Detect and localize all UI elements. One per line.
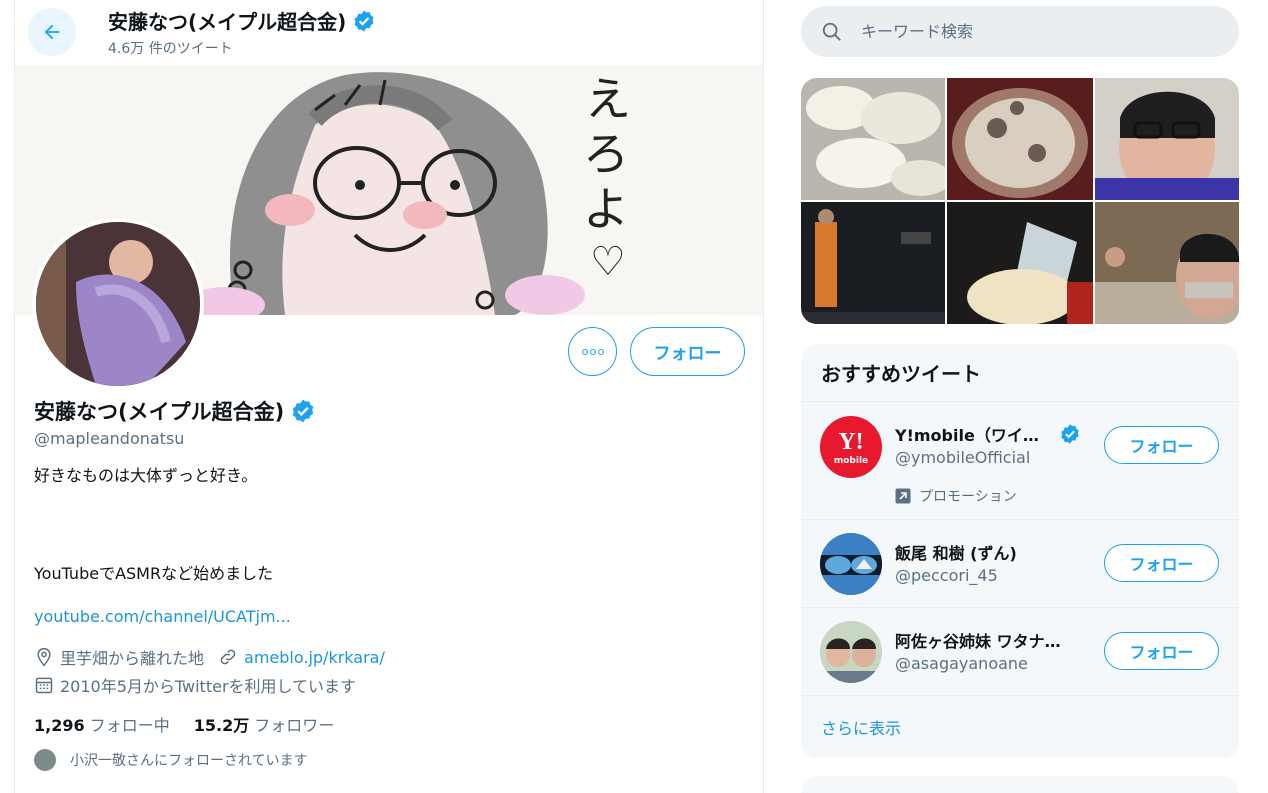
profile-column: 安藤なつ(メイプル超合金) 4.6万 件のツイート え ろ よ ♡ フォロー 安… — [14, 0, 764, 793]
profile-meta-location-website: 里芋畑から離れた地 ameblo.jp/krkara/ — [34, 645, 385, 669]
recommended-account[interactable]: 阿佐ヶ谷姉妹 ワタナ… @asagayanoane フォロー — [801, 607, 1239, 695]
follower-avatar — [34, 749, 56, 771]
account-avatar — [820, 533, 882, 595]
search-box[interactable] — [801, 6, 1239, 57]
website-link[interactable]: ameblo.jp/krkara/ — [244, 648, 385, 667]
profile-meta-joined: 2010年5月からTwitterを利用しています — [34, 673, 356, 697]
svg-text:え: え — [585, 72, 631, 126]
follow-button[interactable]: フォロー — [1104, 632, 1219, 670]
more-options-button[interactable] — [568, 327, 617, 376]
location-pin-icon — [37, 647, 51, 667]
recommended-accounts-panel: おすすめツイート Y! mobile Y!mobile（ワイ… @ymobile… — [801, 344, 1239, 758]
following-stat[interactable]: 1,296 フォロー中 — [34, 712, 170, 736]
joined-date: 2010年5月からTwitterを利用しています — [60, 677, 357, 696]
follow-button[interactable]: フォロー — [1104, 426, 1219, 464]
promoted-arrow-icon — [895, 488, 911, 504]
account-name: Y!mobile（ワイ… — [895, 422, 1081, 446]
media-thumbnail[interactable] — [1095, 78, 1239, 200]
verified-badge-icon — [354, 10, 374, 31]
account-handle: @ymobileOfficial — [895, 448, 1031, 467]
account-handle: @asagayanoane — [895, 654, 1028, 673]
panel-title: おすすめツイート — [821, 362, 981, 386]
show-more-link[interactable]: さらに表示 — [821, 715, 901, 739]
followers-stat[interactable]: 15.2万 フォロワー — [194, 712, 335, 736]
tweet-count: 4.6万 件のツイート — [108, 41, 233, 57]
svg-text:ろ: ろ — [583, 127, 629, 181]
verified-badge-icon — [1061, 424, 1079, 444]
follow-button[interactable]: フォロー — [1104, 544, 1219, 582]
bio-line: 好きなものは大体ずっと好き。 — [34, 466, 258, 485]
profile-header-bar: 安藤なつ(メイプル超合金) 4.6万 件のツイート — [15, 0, 763, 65]
media-thumbnail[interactable] — [947, 78, 1093, 200]
calendar-icon — [35, 677, 53, 694]
account-name: 飯尾 和樹 (ずん) — [895, 544, 1017, 563]
profile-avatar[interactable] — [32, 218, 204, 390]
search-icon — [822, 22, 841, 41]
bio-youtube-link[interactable]: youtube.com/channel/UCATjm... — [34, 607, 291, 626]
avatar-photo — [36, 222, 200, 386]
followed-by-row[interactable]: 小沢一敬さんにフォローされています — [34, 749, 308, 771]
svg-text:よ: よ — [583, 182, 629, 236]
account-avatar: Y! mobile — [820, 416, 882, 478]
media-thumbnail[interactable] — [1095, 202, 1239, 324]
media-thumbnail[interactable] — [801, 78, 945, 200]
svg-text:♡: ♡ — [590, 239, 626, 285]
link-icon — [220, 649, 236, 665]
promoted-label: プロモーション — [895, 486, 1017, 506]
media-thumbnails-grid — [801, 78, 1239, 324]
location-text: 里芋畑から離れた地 — [60, 649, 205, 668]
account-avatar — [820, 621, 882, 683]
bio-line: YouTubeでASMRなど始めました — [34, 564, 274, 583]
profile-display-name: 安藤なつ(メイプル超合金) — [34, 396, 316, 426]
account-name: 阿佐ヶ谷姉妹 ワタナ… — [895, 632, 1061, 651]
recommended-account[interactable]: 飯尾 和樹 (ずん) @peccori_45 フォロー — [801, 519, 1239, 607]
trends-panel — [801, 776, 1239, 793]
dot-icon — [589, 348, 596, 355]
verified-badge-icon — [292, 399, 314, 423]
arrow-left-icon — [44, 24, 60, 40]
account-handle: @peccori_45 — [895, 566, 998, 585]
follow-button[interactable]: フォロー — [630, 327, 745, 376]
back-button[interactable] — [28, 8, 76, 56]
search-input[interactable] — [861, 22, 1181, 41]
media-thumbnail[interactable] — [947, 202, 1093, 324]
media-thumbnail[interactable] — [801, 202, 945, 324]
follow-counts: 1,296 フォロー中 15.2万 フォロワー — [34, 712, 334, 736]
dot-icon — [581, 348, 588, 355]
profile-handle: @mapleandonatsu — [34, 429, 185, 448]
header-display-name: 安藤なつ(メイプル超合金) — [108, 6, 376, 35]
recommended-account[interactable]: Y! mobile Y!mobile（ワイ… @ymobileOfficial … — [801, 401, 1239, 519]
dot-icon — [597, 348, 604, 355]
